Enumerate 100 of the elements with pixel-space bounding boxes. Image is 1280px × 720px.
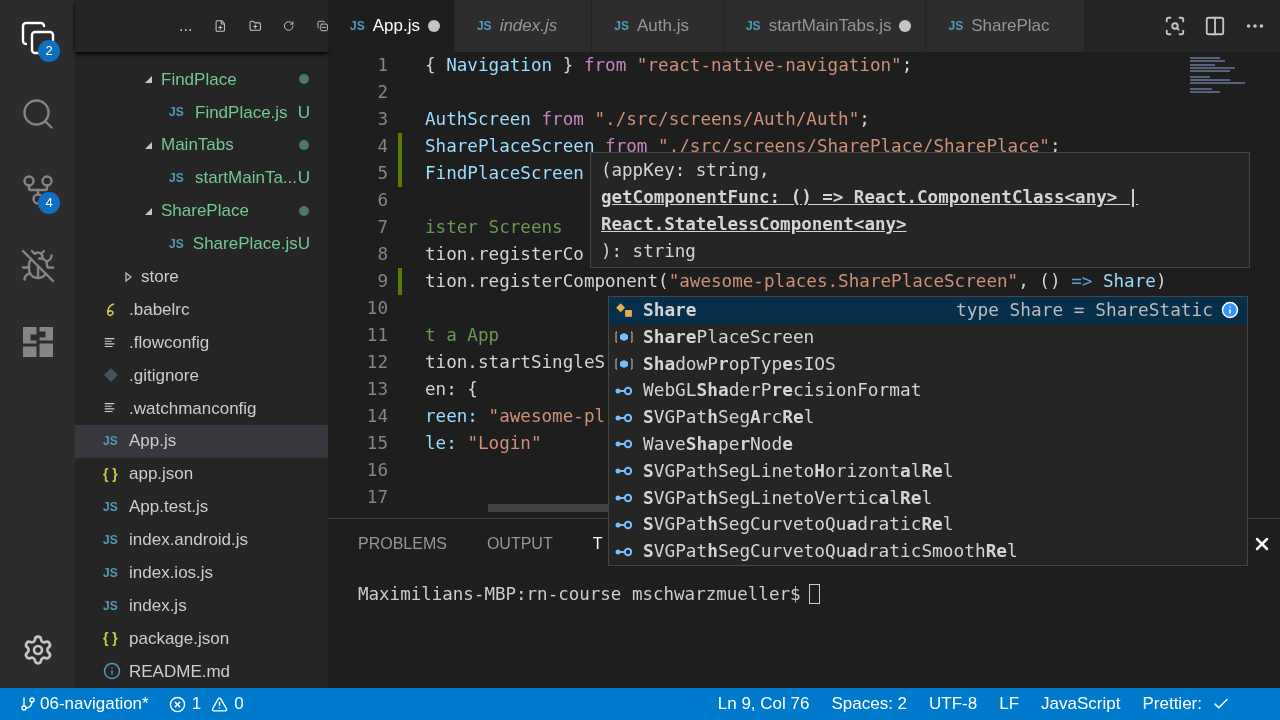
json-file-icon: { } [103, 463, 123, 485]
line-number: 9 [376, 270, 388, 294]
file-item[interactable]: JS FindPlace.js U [75, 95, 328, 129]
signature-line: ): string [601, 240, 697, 263]
warning-count[interactable]: 0 [234, 691, 244, 717]
file-item[interactable]: JS App.test.js [75, 490, 328, 524]
code-line: tion.registerCo [425, 243, 584, 267]
line-number: 4 [376, 135, 388, 159]
editor-tab[interactable]: JS index.js [454, 0, 593, 52]
panel-tab[interactable]: PROBLEMS [358, 532, 447, 556]
status-item[interactable]: Prettier: [1142, 691, 1202, 717]
suggestion-item[interactable]: WaveShaperNode [609, 431, 1247, 458]
suggestion-item[interactable]: Share type Share = ShareStatic [609, 297, 1247, 324]
file-item[interactable]: JS index.js [75, 589, 328, 623]
file-item[interactable]: .gitignore [75, 359, 328, 392]
file-item[interactable]: JS index.android.js [75, 523, 328, 557]
editor-tab[interactable]: JS SharePlac [926, 0, 1085, 52]
code-line: reen: "awesome-pl [425, 405, 606, 429]
line-number: 14 [365, 405, 388, 429]
branch-name[interactable]: 06-navigation* [40, 691, 149, 717]
notification-badge: 4 [38, 192, 60, 214]
js-file-icon: JS [103, 498, 123, 516]
line-number: 10 [365, 297, 388, 321]
error-count[interactable]: 1 [191, 691, 202, 717]
js-file-icon: JS [948, 17, 964, 35]
line-number: 11 [365, 324, 388, 348]
file-item[interactable]: JS App.js [75, 424, 328, 458]
js-file-icon: JS [103, 596, 123, 615]
suggestion-item[interactable]: SVGPathSegArcRel [609, 404, 1247, 431]
js-file-icon: JS [103, 432, 123, 451]
file-item[interactable]: { } package.json [75, 622, 328, 656]
js-file-icon: JS [103, 530, 123, 549]
suggestion-item[interactable]: SharePlaceScreen [609, 323, 1247, 351]
line-number: 3 [376, 108, 388, 132]
status-item[interactable]: JavaScript [1041, 691, 1121, 717]
code-line: { Navigation } from "react-native-navigation"; [425, 54, 913, 78]
js-file-icon: JS [614, 17, 629, 35]
suggestion-detail: type Share = ShareStatic [956, 298, 1213, 323]
code-line: le: "Login" [425, 432, 542, 456]
notification-badge: 2 [38, 40, 60, 62]
file-item[interactable]: .babelrc [75, 293, 328, 327]
code-line: en: { [425, 378, 478, 402]
suggestion-item[interactable]: SVGPathSegCurvetoQuadraticSmoothRel [609, 538, 1247, 565]
code-line: ister Screens [425, 216, 563, 240]
editor-tab[interactable]: JS startMainTabs.js [723, 0, 927, 52]
folder-item[interactable]: MainTabs [75, 128, 328, 162]
status-item[interactable]: LF [999, 691, 1020, 717]
signature-line: getComponentFunc: () => React.ComponentClass<any> | [601, 186, 1140, 209]
status-item[interactable]: Ln 9, Col 76 [717, 691, 810, 717]
file-item[interactable]: README.md [75, 655, 328, 688]
js-file-icon: JS [745, 17, 761, 35]
line-number: 1 [376, 54, 388, 78]
line-number: 6 [376, 189, 388, 213]
tab-label: SharePlac [971, 15, 1050, 38]
panel-tab[interactable]: T [592, 532, 603, 556]
suggestion-item[interactable]: SVGPathSegLinetoVerticalRel [609, 484, 1247, 512]
suggestion-item[interactable]: SVGPathSegLinetoHorizontalRel [609, 457, 1247, 485]
folder-item[interactable]: store [75, 260, 328, 294]
line-number: 5 [376, 162, 388, 186]
line-number: 17 [365, 486, 388, 510]
js-file-icon: JS [169, 169, 189, 188]
js-file-icon: JS [103, 563, 123, 582]
line-number: 13 [365, 378, 388, 402]
file-item[interactable]: .flowconfig [75, 326, 328, 359]
code-line: t a App [425, 324, 500, 348]
line-number: 7 [376, 216, 388, 240]
tab-label: startMainTabs.js [768, 15, 892, 38]
code-line: AuthScreen from "./src/screens/Auth/Auth"; [425, 108, 870, 132]
editor-tab[interactable]: JS Auth.js [592, 0, 724, 52]
json-file-icon: { } [103, 628, 123, 650]
more-actions[interactable]: ... [179, 14, 193, 38]
tab-label: index.js [499, 15, 558, 38]
line-number: 15 [365, 432, 388, 456]
line-number: 16 [365, 459, 388, 483]
file-item[interactable]: JS index.ios.js [75, 556, 328, 590]
panel-tab[interactable]: OUTPUT [486, 532, 553, 556]
suggestion-item[interactable]: WebGLShaderPrecisionFormat [609, 377, 1247, 405]
js-file-icon: JS [350, 17, 365, 35]
js-file-icon: JS [169, 234, 187, 253]
file-item[interactable]: JS SharePlace.jsU [75, 227, 328, 261]
signature-line: React.StatelessComponent<any> [601, 213, 908, 236]
tab-label: App.js [372, 15, 420, 38]
line-number: 12 [365, 351, 388, 375]
editor-tab[interactable]: JS App.js [328, 0, 455, 52]
js-file-icon: JS [169, 103, 189, 122]
suggestion-item[interactable]: SVGPathSegCurvetoQuadraticRel [609, 511, 1247, 539]
file-item[interactable]: JS startMainTa...U [75, 161, 328, 195]
tab-label: Auth.js [636, 15, 689, 38]
code-line: FindPlaceScreen [425, 162, 584, 186]
terminal-prompt: Maximilians-MBP:rn-course mschwarzmueller$ [358, 583, 801, 606]
file-item[interactable]: { } app.json [75, 457, 328, 491]
status-item[interactable]: UTF-8 [929, 691, 978, 717]
file-item[interactable]: .watchmanconfig [75, 391, 328, 425]
signature-line: (appKey: string, [601, 159, 771, 182]
git-status: U [297, 233, 310, 256]
status-item[interactable]: Spaces: 2 [831, 691, 908, 717]
folder-item[interactable]: SharePlace [75, 194, 328, 228]
line-number: 2 [376, 81, 388, 105]
folder-item[interactable]: FindPlace [75, 63, 328, 96]
suggestion-item[interactable]: ShadowPropTypesIOS [609, 350, 1247, 378]
